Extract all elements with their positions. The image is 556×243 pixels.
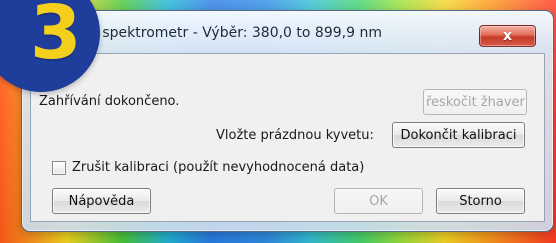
skip-warmup-label: řeskočit žhaver xyxy=(426,94,525,110)
spectrometer-dialog-window: ovat spektrometr - Výběr: 380,0 to 899,9… xyxy=(21,10,554,232)
window-title: ovat spektrometr - Výběr: 380,0 to 899,9… xyxy=(67,25,382,41)
help-label: Nápověda xyxy=(68,193,135,209)
skip-warmup-button[interactable]: řeskočit žhaver xyxy=(423,89,527,115)
dialog-client-area: Zahřívání dokončeno. řeskočit žhaver Vlo… xyxy=(30,53,545,222)
finish-calibration-label: Dokončit kalibraci xyxy=(400,127,517,143)
ok-label: OK xyxy=(369,193,388,209)
ok-button[interactable]: OK xyxy=(334,188,423,214)
title-bar[interactable]: ovat spektrometr - Výběr: 380,0 to 899,9… xyxy=(22,11,553,53)
close-button[interactable]: x xyxy=(479,25,536,47)
cancel-calibration-checkbox-row[interactable]: Zrušit kalibraci (použít nevyhodnocená d… xyxy=(52,160,364,175)
help-button[interactable]: Nápověda xyxy=(52,188,151,214)
cancel-label: Storno xyxy=(459,193,502,209)
cancel-calibration-checkbox-label: Zrušit kalibraci (použít nevyhodnocená d… xyxy=(72,160,365,175)
cancel-button[interactable]: Storno xyxy=(436,188,525,214)
cancel-calibration-checkbox[interactable] xyxy=(52,160,66,175)
finish-calibration-button[interactable]: Dokončit kalibraci xyxy=(392,122,525,148)
step-number: 3 xyxy=(30,0,82,76)
close-icon: x xyxy=(502,28,513,44)
status-text: Zahřívání dokončeno. xyxy=(39,94,180,109)
instruction-label: Vložte prázdnou kyvetu: xyxy=(216,128,374,143)
